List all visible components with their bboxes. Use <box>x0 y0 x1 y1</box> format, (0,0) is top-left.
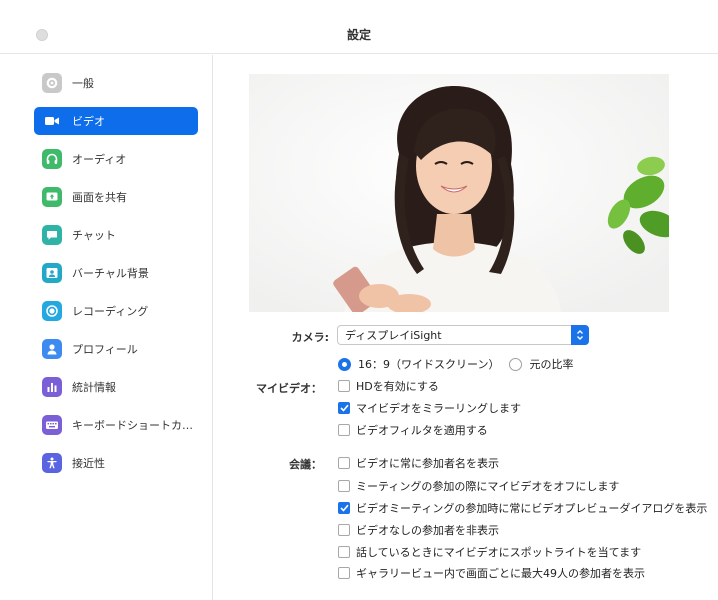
filter-checkbox-label: ビデオフィルタを適用する <box>356 424 488 437</box>
sidebar-item-keyboard-shortcuts[interactable]: キーボードショートカ… <box>34 411 198 439</box>
checkmark-icon <box>339 504 349 512</box>
camera-select-value: ディスプレイiSight <box>345 329 442 342</box>
select-arrows-icon <box>571 325 589 345</box>
sidebar-item-label: 画面を共有 <box>72 191 127 204</box>
camera-select[interactable]: ディスプレイiSight <box>337 325 589 345</box>
accessibility-icon <box>42 453 62 473</box>
sidebar-item-label: プロフィール <box>72 343 138 356</box>
hide-no-video-label: ビデオなしの参加者を非表示 <box>356 524 499 537</box>
checkmark-icon <box>339 404 349 412</box>
show-names-label: ビデオに常に参加者名を表示 <box>356 457 499 470</box>
sidebar-item-accessibility[interactable]: 接近性 <box>34 449 198 477</box>
preview-dialog-label: ビデオミーティングの参加時に常にビデオプレビューダイアログを表示 <box>356 502 708 515</box>
meeting-option-row[interactable]: ビデオに常に参加者名を表示 <box>338 455 499 471</box>
sidebar-item-label: 一般 <box>72 77 94 90</box>
sidebar-item-statistics[interactable]: 統計情報 <box>34 373 198 401</box>
sidebar-item-label: オーディオ <box>72 153 127 166</box>
title-bar: 設定 <box>0 0 718 54</box>
sidebar-item-audio[interactable]: オーディオ <box>34 145 198 173</box>
gallery-49-checkbox[interactable] <box>338 567 350 579</box>
sidebar-item-label: チャット <box>72 229 116 242</box>
aspect-16-9-radio[interactable] <box>338 357 351 371</box>
hide-no-video-checkbox[interactable] <box>338 524 350 536</box>
mirror-checkbox[interactable] <box>338 402 350 414</box>
meeting-option-row[interactable]: ギャラリービュー内で画面ごとに最大49人の参加者を表示 <box>338 566 645 580</box>
share-screen-icon <box>42 187 62 207</box>
preview-dialog-checkbox[interactable] <box>338 502 350 514</box>
camera-preview <box>249 74 669 312</box>
sidebar-item-label: 接近性 <box>72 457 105 470</box>
sidebar-item-label: キーボードショートカ… <box>72 419 193 432</box>
mirror-checkbox-label: マイビデオをミラーリングします <box>356 402 521 415</box>
record-icon <box>42 301 62 321</box>
show-names-checkbox[interactable] <box>338 457 350 469</box>
meetings-label: 会議： <box>289 458 322 471</box>
settings-window: 設定 一般 ビデオ オーディオ 画面を共有 チャット バーチャル背景 レコーディ… <box>0 0 718 600</box>
aspect-original-radio[interactable] <box>509 357 523 371</box>
sidebar-item-share-screen[interactable]: 画面を共有 <box>34 183 198 211</box>
video-off-on-join-checkbox[interactable] <box>338 480 350 492</box>
sidebar-item-general[interactable]: 一般 <box>34 69 198 97</box>
filter-checkbox-row[interactable]: ビデオフィルタを適用する <box>338 422 488 438</box>
video-camera-icon <box>42 111 62 131</box>
hd-checkbox-label: HDを有効にする <box>356 380 439 393</box>
sidebar-item-label: バーチャル背景 <box>72 267 149 280</box>
aspect-ratio-group: 16：9（ワイドスクリーン） 元の比率 <box>338 356 583 372</box>
sidebar-item-profile[interactable]: プロフィール <box>34 335 198 363</box>
spotlight-label: 話しているときにマイビデオにスポットライトを当てます <box>356 546 642 559</box>
window-title: 設定 <box>346 28 371 42</box>
keyboard-icon <box>42 415 62 435</box>
bar-chart-icon <box>42 377 62 397</box>
headphones-icon <box>42 149 62 169</box>
meeting-option-row[interactable]: ビデオなしの参加者を非表示 <box>338 522 499 538</box>
meeting-option-row[interactable]: 話しているときにマイビデオにスポットライトを当てます <box>338 544 641 560</box>
filter-checkbox[interactable] <box>338 424 350 436</box>
sidebar-item-virtual-background[interactable]: バーチャル背景 <box>34 259 198 287</box>
sidebar-item-label: 統計情報 <box>72 381 116 394</box>
meeting-option-row[interactable]: ビデオミーティングの参加時に常にビデオプレビューダイアログを表示 <box>338 500 707 516</box>
profile-icon <box>42 339 62 359</box>
sidebar-item-video[interactable]: ビデオ <box>34 107 198 135</box>
chat-bubble-icon <box>42 225 62 245</box>
my-video-label: マイビデオ： <box>256 382 322 395</box>
aspect-original-label: 元の比率 <box>529 358 574 371</box>
aspect-16-9-label: 16：9（ワイドスクリーン） <box>358 358 500 371</box>
gallery-49-label: ギャラリービュー内で画面ごとに最大49人の参加者を表示 <box>356 567 645 580</box>
sidebar-item-chat[interactable]: チャット <box>34 221 198 249</box>
camera-preview-image <box>249 74 669 312</box>
meeting-option-row[interactable]: ミーティングの参加の際にマイビデオをオフにします <box>338 478 619 494</box>
sidebar-item-recording[interactable]: レコーディング <box>34 297 198 325</box>
gear-icon <box>42 73 62 93</box>
mirror-checkbox-row[interactable]: マイビデオをミラーリングします <box>338 400 521 416</box>
sidebar-item-label: レコーディング <box>72 305 149 318</box>
hd-checkbox[interactable] <box>338 380 350 392</box>
sidebar-item-label: ビデオ <box>72 115 105 128</box>
virtual-background-icon <box>42 263 62 283</box>
spotlight-checkbox[interactable] <box>338 546 350 558</box>
settings-sidebar: 一般 ビデオ オーディオ 画面を共有 チャット バーチャル背景 レコーディング … <box>0 55 213 600</box>
video-off-on-join-label: ミーティングの参加の際にマイビデオをオフにします <box>356 480 620 493</box>
camera-label: カメラ: <box>291 331 329 344</box>
hd-checkbox-row[interactable]: HDを有効にする <box>338 378 439 394</box>
